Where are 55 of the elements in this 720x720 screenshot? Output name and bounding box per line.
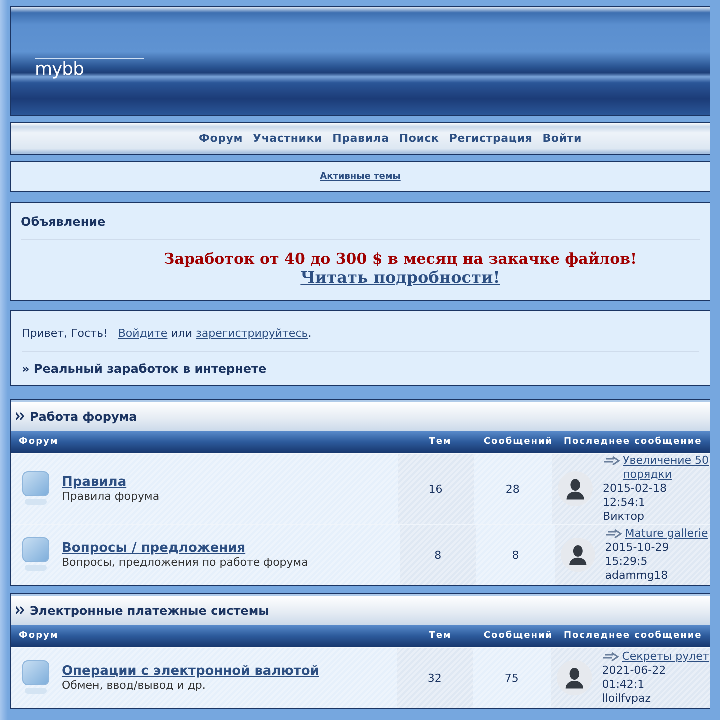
- last-post-author[interactable]: lloilfvpaz: [602, 692, 652, 706]
- topic-count: 16: [428, 482, 443, 496]
- forum-icon: [22, 537, 50, 573]
- nav-link[interactable]: Поиск: [399, 132, 440, 145]
- last-post-date: 2015-02-18 12:54:1: [603, 482, 668, 510]
- avatar-icon: [560, 537, 596, 573]
- arrow-icon: [603, 456, 620, 466]
- forum-title-link[interactable]: Правила: [62, 475, 127, 490]
- announcement-title: Объявление: [21, 203, 700, 240]
- site-logo[interactable]: mybb: [35, 58, 144, 80]
- post-count: 75: [504, 672, 519, 684]
- post-count: 28: [506, 482, 520, 496]
- nav-link[interactable]: Правила: [332, 132, 390, 145]
- column-header: Тем: [428, 631, 453, 641]
- forum-description: Вопросы, предложения по работе форума: [62, 556, 308, 569]
- arrow-icon: [602, 652, 620, 662]
- forum-title-link[interactable]: Операции с электронной валютой: [62, 664, 320, 679]
- column-header: Форум: [18, 631, 60, 641]
- nav-link[interactable]: Участники: [253, 132, 323, 145]
- topic-count: 32: [428, 672, 442, 684]
- last-post-author[interactable]: Виктор: [603, 510, 645, 524]
- post-count: 8: [512, 548, 520, 562]
- nav-link[interactable]: Форум: [199, 132, 244, 145]
- last-post-link[interactable]: Mature gallerie: [625, 527, 708, 541]
- topic-count: 8: [434, 548, 442, 562]
- forum-icon: [22, 471, 50, 507]
- forum-description: Обмен, ввод/вывод и др.: [62, 679, 206, 692]
- announcement-headline: Заработок от 40 до 300 $ в месяц на закачке файлов!: [164, 250, 638, 268]
- last-post-link[interactable]: Увеличение 50 порядки: [623, 454, 710, 482]
- column-header: Форум: [18, 437, 60, 447]
- avatar-icon: [558, 471, 594, 507]
- category-title[interactable]: Электронные платежные системы: [30, 604, 270, 618]
- column-header: Последнее сообщение: [563, 631, 704, 641]
- nav-link[interactable]: Войти: [542, 132, 582, 145]
- category-title[interactable]: Работа форума: [30, 410, 138, 424]
- avatar-icon: [556, 660, 592, 696]
- double-chevron-icon: [16, 412, 25, 421]
- site-title: » Реальный заработок в интернете: [22, 361, 268, 376]
- last-post-author[interactable]: adammg18: [605, 569, 668, 583]
- arrow-icon: [605, 529, 622, 539]
- register-link[interactable]: зарегистрируйтесь: [196, 327, 308, 340]
- forum-icon: [22, 660, 50, 696]
- forum-description: Правила форума: [62, 490, 160, 503]
- column-header: Сообщений: [482, 437, 554, 447]
- greeting-text: Привет, Гость! Войдите или зарегистрируйтесь.: [22, 311, 699, 352]
- forum-title-link[interactable]: Вопросы / предложения: [62, 541, 246, 556]
- double-chevron-icon: [16, 606, 25, 615]
- login-link[interactable]: Войдите: [118, 327, 168, 340]
- column-header: Тем: [428, 437, 453, 447]
- nav-link[interactable]: Регистрация: [449, 132, 533, 145]
- last-post-link[interactable]: Секреты рулет: [622, 650, 710, 664]
- column-header: Последнее сообщение: [563, 437, 704, 447]
- active-topics-link[interactable]: Активные темы: [320, 172, 401, 182]
- column-header: Сообщений: [482, 631, 554, 641]
- details-link[interactable]: Читать подробности!: [300, 268, 500, 287]
